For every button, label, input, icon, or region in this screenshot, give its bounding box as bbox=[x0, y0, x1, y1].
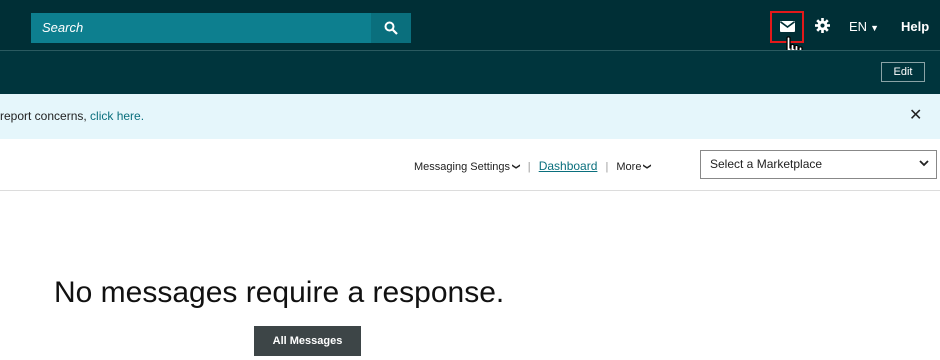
banner-text: report concerns, bbox=[0, 109, 91, 123]
help-link[interactable]: Help bbox=[901, 19, 929, 34]
page-headline: No messages require a response. bbox=[54, 276, 505, 309]
search-placeholder: Search bbox=[42, 20, 84, 35]
marketplace-select[interactable]: Select a Marketplace bbox=[700, 150, 937, 179]
search-icon bbox=[384, 21, 398, 35]
messaging-settings-menu[interactable]: Messaging Settings ❯ bbox=[414, 161, 521, 173]
chevron-down-icon: ▼ bbox=[870, 23, 879, 33]
banner-link[interactable]: click here. bbox=[90, 109, 144, 123]
gear-icon[interactable] bbox=[815, 18, 830, 33]
all-messages-button[interactable]: All Messages bbox=[254, 326, 361, 356]
more-label: More bbox=[616, 161, 642, 173]
messaging-settings-label: Messaging Settings bbox=[414, 161, 510, 173]
banner-message: report concerns, click here. bbox=[0, 109, 144, 123]
sub-header: Edit bbox=[0, 50, 940, 95]
info-banner: report concerns, click here. ✕ bbox=[0, 94, 940, 139]
edit-button[interactable]: Edit bbox=[881, 62, 925, 82]
chevron-down-icon bbox=[919, 160, 929, 167]
close-icon[interactable]: ✕ bbox=[909, 105, 922, 125]
language-selector[interactable]: EN ▼ bbox=[849, 19, 879, 34]
top-header: Search EN ▼ Help bbox=[0, 0, 940, 67]
dashboard-link[interactable]: Dashboard bbox=[539, 159, 598, 173]
messaging-nav: Messaging Settings ❯ | Dashboard | More ❯ … bbox=[0, 139, 940, 191]
search-input[interactable]: Search bbox=[31, 13, 371, 43]
nav-separator: | bbox=[527, 161, 531, 173]
chevron-down-icon: ❯ bbox=[511, 163, 521, 170]
marketplace-select-label: Select a Marketplace bbox=[710, 157, 823, 171]
search-button[interactable] bbox=[371, 13, 411, 43]
nav-links: Messaging Settings ❯ | Dashboard | More ❯ bbox=[414, 159, 653, 173]
language-label: EN bbox=[849, 19, 868, 34]
nav-separator: | bbox=[605, 161, 609, 173]
chevron-down-icon: ❯ bbox=[643, 163, 653, 170]
more-menu[interactable]: More ❯ bbox=[616, 161, 653, 173]
mail-icon bbox=[780, 21, 795, 32]
